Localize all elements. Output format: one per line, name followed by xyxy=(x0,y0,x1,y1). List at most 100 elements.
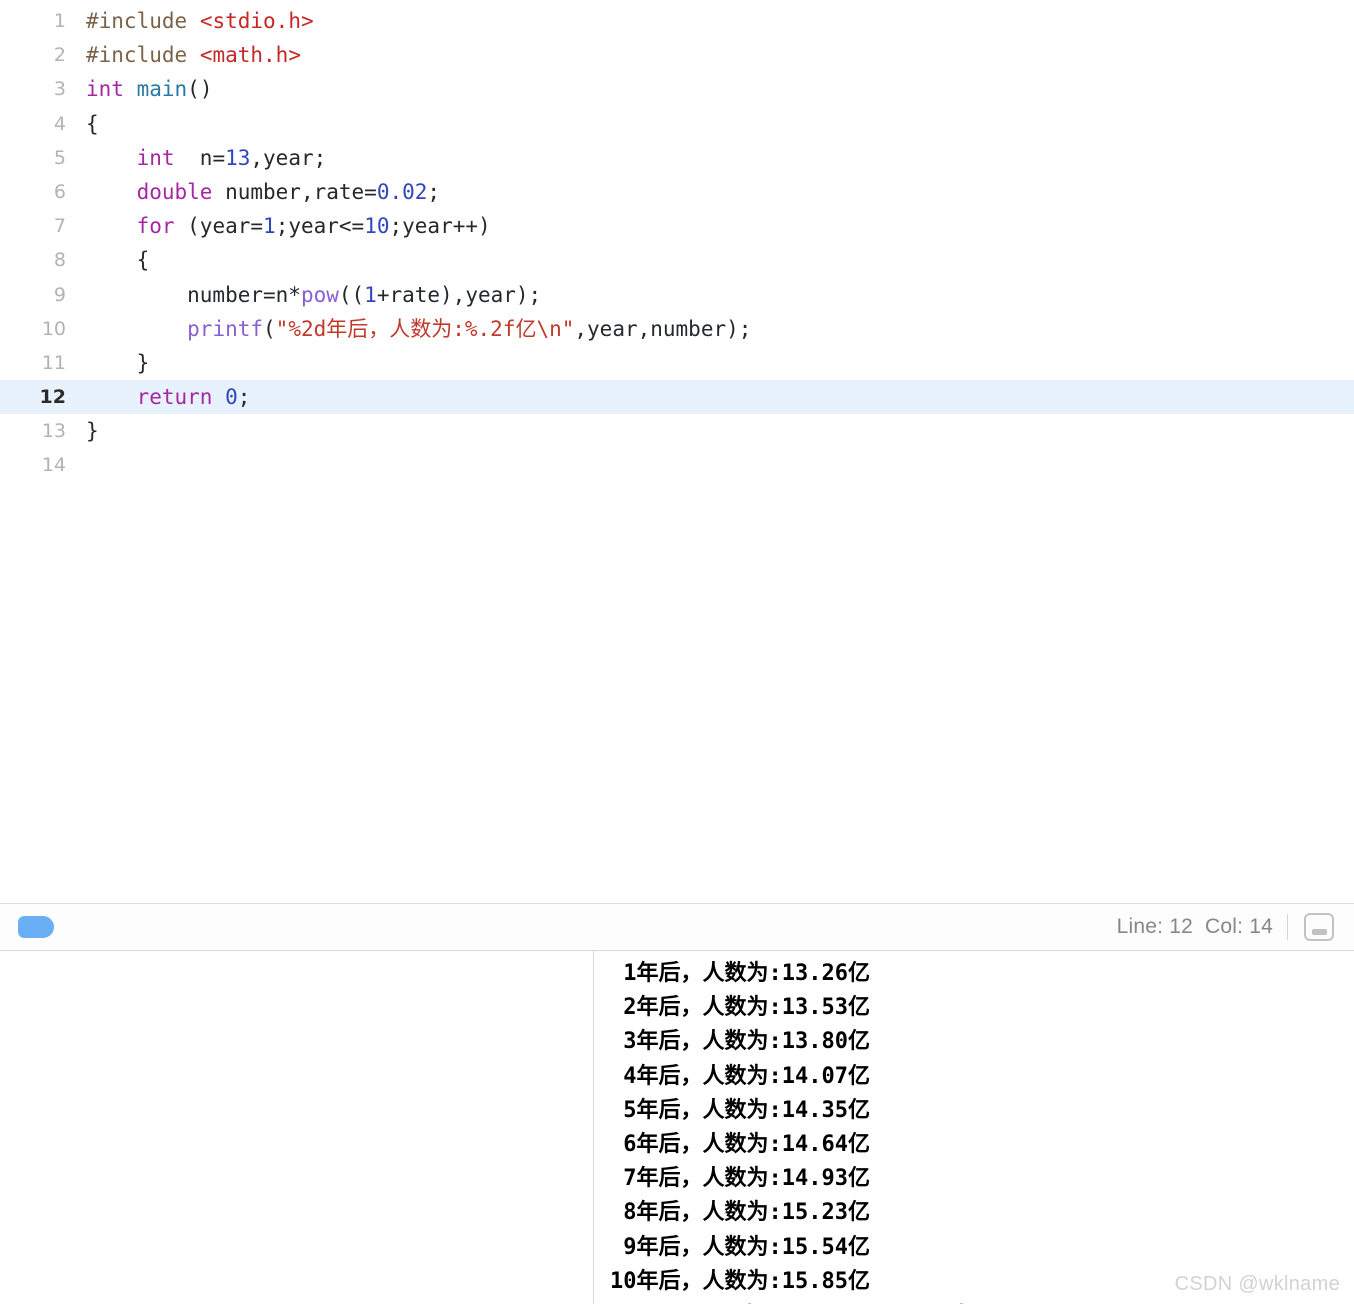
line-number: 11 xyxy=(41,351,66,374)
code-line-text: { xyxy=(78,107,1354,141)
console-output-text[interactable]: 1年后，人数为:13.26亿 2年后，人数为:13.53亿 3年后，人数为:13… xyxy=(594,951,1354,1304)
code-editor-pane[interactable]: 1 #include <stdio.h> 2 #include <math.h> 3 in… xyxy=(0,0,1354,903)
line-number: 10 xyxy=(41,317,66,340)
code-line-8[interactable]: 8 { xyxy=(0,243,1354,277)
token-num: 1 xyxy=(364,282,377,307)
console-left-blank-pane xyxy=(0,951,594,1304)
token-plain: (year= xyxy=(174,214,264,239)
token-plain: ,year,number); xyxy=(574,316,752,341)
console-line-clipped: Process exited after ... with return val… xyxy=(594,1299,1354,1304)
token-plain: (( xyxy=(338,282,365,307)
console-line: 5年后，人数为:14.35亿 xyxy=(610,1097,870,1123)
token-num: 0.02 xyxy=(376,179,428,204)
code-line-text: #include <math.h> xyxy=(78,38,1354,72)
code-line-12[interactable]: 12 return 0; xyxy=(0,380,1354,415)
token-kw: return xyxy=(136,385,213,410)
code-line-4[interactable]: 4{ xyxy=(0,107,1354,141)
token-kw: int xyxy=(86,77,124,102)
panel-toggle-icon[interactable] xyxy=(1304,913,1334,941)
line-number: 14 xyxy=(41,454,66,477)
line-number: 2 xyxy=(53,44,66,67)
token-call: pow xyxy=(300,282,339,307)
code-line-text: { xyxy=(78,243,1354,277)
code-line-5[interactable]: 5 int n=13,year; xyxy=(0,141,1354,175)
code-line-13[interactable]: 13} xyxy=(0,414,1354,448)
code-line-6[interactable]: 6 double number,rate=0.02; xyxy=(0,175,1354,209)
token-num: 13 xyxy=(225,145,251,170)
code-line-1[interactable]: 1 #include <stdio.h> xyxy=(0,4,1354,38)
token-hdr: <math.h> xyxy=(199,43,301,68)
line-number: 7 xyxy=(53,215,66,238)
code-line-11[interactable]: 11 } xyxy=(0,346,1354,380)
token-plain: { xyxy=(86,248,150,273)
console-output-area: 1年后，人数为:13.26亿 2年后，人数为:13.53亿 3年后，人数为:13… xyxy=(0,951,1354,1304)
line-number: 13 xyxy=(41,420,66,443)
token-call: printf xyxy=(187,316,264,341)
token-plain: +rate),year); xyxy=(376,282,542,307)
line-number: 8 xyxy=(53,249,66,272)
token-plain: n= xyxy=(174,145,226,170)
code-line-text: } xyxy=(78,346,1354,380)
token-plain: ,year; xyxy=(250,145,327,170)
code-line-2[interactable]: 2 #include <math.h> xyxy=(0,38,1354,72)
token-plain: ;year++) xyxy=(389,214,491,239)
token-plain: ;year<= xyxy=(275,214,365,239)
code-line-9[interactable]: 9 number=n*pow((1+rate),year); xyxy=(0,278,1354,312)
line-number: 1 xyxy=(53,10,66,32)
token-pre: #include xyxy=(86,43,188,68)
panel-toggle-bar xyxy=(1311,929,1327,935)
token-str: "%2d年后，人数为:%.2f亿\n" xyxy=(275,316,575,341)
code-line-text: number=n*pow((1+rate),year); xyxy=(78,278,1354,312)
line-number: 12 xyxy=(39,386,66,409)
token-plain: number,rate= xyxy=(212,179,377,204)
code-line-text: int n=13,year; xyxy=(78,141,1354,175)
token-plain: ( xyxy=(263,316,276,341)
code-line-14[interactable]: 14 xyxy=(0,448,1354,482)
console-line: 6年后，人数为:14.64亿 xyxy=(610,1132,870,1158)
console-line: 3年后，人数为:13.80亿 xyxy=(610,1029,870,1055)
code-editor-app: 1 #include <stdio.h> 2 #include <math.h> 3 in… xyxy=(0,0,1354,1304)
token-plain: } xyxy=(86,350,150,375)
token-plain: { xyxy=(86,111,99,136)
token-num: 10 xyxy=(364,214,390,239)
token-plain: () xyxy=(187,77,213,102)
code-line-7[interactable]: 7 for (year=1;year<=10;year++) xyxy=(0,209,1354,243)
status-divider xyxy=(1287,914,1288,940)
editor-status-bar: Line: 12 Col: 14 xyxy=(0,903,1354,951)
token-kw: for xyxy=(136,214,175,239)
console-line: 9年后，人数为:15.54亿 xyxy=(610,1234,870,1260)
code-lines-container[interactable]: 1 #include <stdio.h> 2 #include <math.h> 3 in… xyxy=(0,0,1354,483)
code-line-text: for (year=1;year<=10;year++) xyxy=(78,209,1354,243)
code-line-text: } xyxy=(78,414,1354,448)
token-kw: double xyxy=(136,179,213,204)
code-line-3[interactable]: 3 int main() xyxy=(0,72,1354,106)
line-number: 4 xyxy=(53,112,66,135)
token-fn: main xyxy=(136,77,188,102)
console-line: 4年后，人数为:14.07亿 xyxy=(610,1063,870,1089)
line-number: 9 xyxy=(53,283,66,306)
token-num: 1 xyxy=(263,214,276,239)
token-kw: int xyxy=(136,145,175,170)
token-hdr: <stdio.h> xyxy=(199,9,314,33)
code-line-text: double number,rate=0.02; xyxy=(78,175,1354,209)
code-line-text: printf("%2d年后，人数为:%.2f亿\n",year,number); xyxy=(78,312,1354,346)
code-line-text: return 0; xyxy=(78,380,1354,414)
token-num: 0 xyxy=(225,385,238,410)
console-line: 8年后，人数为:15.23亿 xyxy=(610,1200,870,1226)
code-line-10[interactable]: 10 printf("%2d年后，人数为:%.2f亿\n",year,numbe… xyxy=(0,312,1354,346)
token-plain: ; xyxy=(427,179,441,204)
cursor-position-label: Line: 12 Col: 14 xyxy=(1116,915,1273,938)
token-plain: ; xyxy=(237,385,251,410)
console-line: 2年后，人数为:13.53亿 xyxy=(610,995,870,1021)
code-line-text: #include <stdio.h> xyxy=(78,4,1354,38)
bookmark-tag-icon[interactable] xyxy=(18,916,54,938)
console-line: 7年后，人数为:14.93亿 xyxy=(610,1166,870,1192)
